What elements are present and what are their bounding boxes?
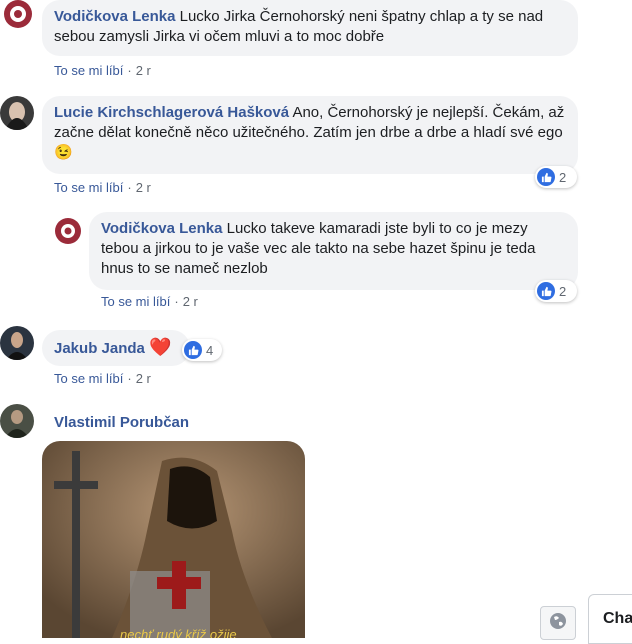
like-link[interactable]: To se mi líbí: [54, 371, 123, 386]
reply-bubble: Vodičkova Lenka Lucko takeve kamaradi js…: [89, 212, 578, 290]
reaction-number: 4: [206, 342, 214, 358]
comment-bubble: Lucie Kirchschlagerová Hašková Ano, Čern…: [42, 96, 578, 174]
globe-button[interactable]: [540, 606, 576, 640]
comment-actions: To se mi líbí · 2 r: [54, 63, 151, 78]
comment-time[interactable]: 2 r: [136, 371, 151, 386]
reaction-count[interactable]: 4: [182, 339, 222, 361]
comment-time[interactable]: 2 r: [183, 294, 198, 309]
reaction-count[interactable]: 2: [535, 166, 577, 188]
avatar-jakub[interactable]: [0, 326, 34, 360]
comment-actions: To se mi líbí · 2 r: [54, 180, 151, 195]
comment-actions: To se mi líbí · 2 r: [54, 371, 151, 386]
avatar-vodickova-2[interactable]: [55, 218, 81, 244]
like-link[interactable]: To se mi líbí: [101, 294, 170, 309]
comment-author[interactable]: Lucie Kirchschlagerová Hašková: [54, 104, 289, 121]
comment-time[interactable]: 2 r: [136, 63, 151, 78]
thumbs-up-icon: [537, 282, 555, 300]
reaction-number: 2: [559, 169, 567, 185]
thumbs-up-icon: [537, 168, 555, 186]
reaction-count[interactable]: 2: [535, 280, 577, 302]
like-link[interactable]: To se mi líbí: [54, 180, 123, 195]
attached-image[interactable]: nechť rudý kříž ožije: [42, 441, 305, 638]
comment-author[interactable]: Vodičkova Lenka: [54, 8, 175, 25]
globe-icon: [548, 611, 568, 636]
avatar-vodickova-1[interactable]: [4, 0, 32, 28]
comment-author[interactable]: Jakub Janda: [54, 340, 145, 357]
avatar-lucie[interactable]: [0, 96, 34, 130]
comment-author[interactable]: Vodičkova Lenka: [101, 220, 222, 237]
heart-emoji: ❤️: [149, 337, 172, 357]
reaction-number: 2: [559, 283, 567, 299]
like-link[interactable]: To se mi líbí: [54, 63, 123, 78]
comment-bubble: Vodičkova Lenka Lucko Jirka Černohorský …: [42, 0, 578, 56]
avatar-vlastimil[interactable]: [0, 404, 34, 438]
comment-author[interactable]: Vlastimil Porubčan: [54, 414, 189, 431]
comment-time[interactable]: 2 r: [136, 180, 151, 195]
thumbs-up-icon: [184, 341, 202, 359]
comment-actions: To se mi líbí · 2 r: [101, 294, 198, 309]
comment-bubble: Jakub Janda ❤️: [42, 330, 190, 366]
image-caption: nechť rudý kříž ožije: [120, 627, 237, 638]
chat-tab[interactable]: Cha: [588, 594, 632, 644]
